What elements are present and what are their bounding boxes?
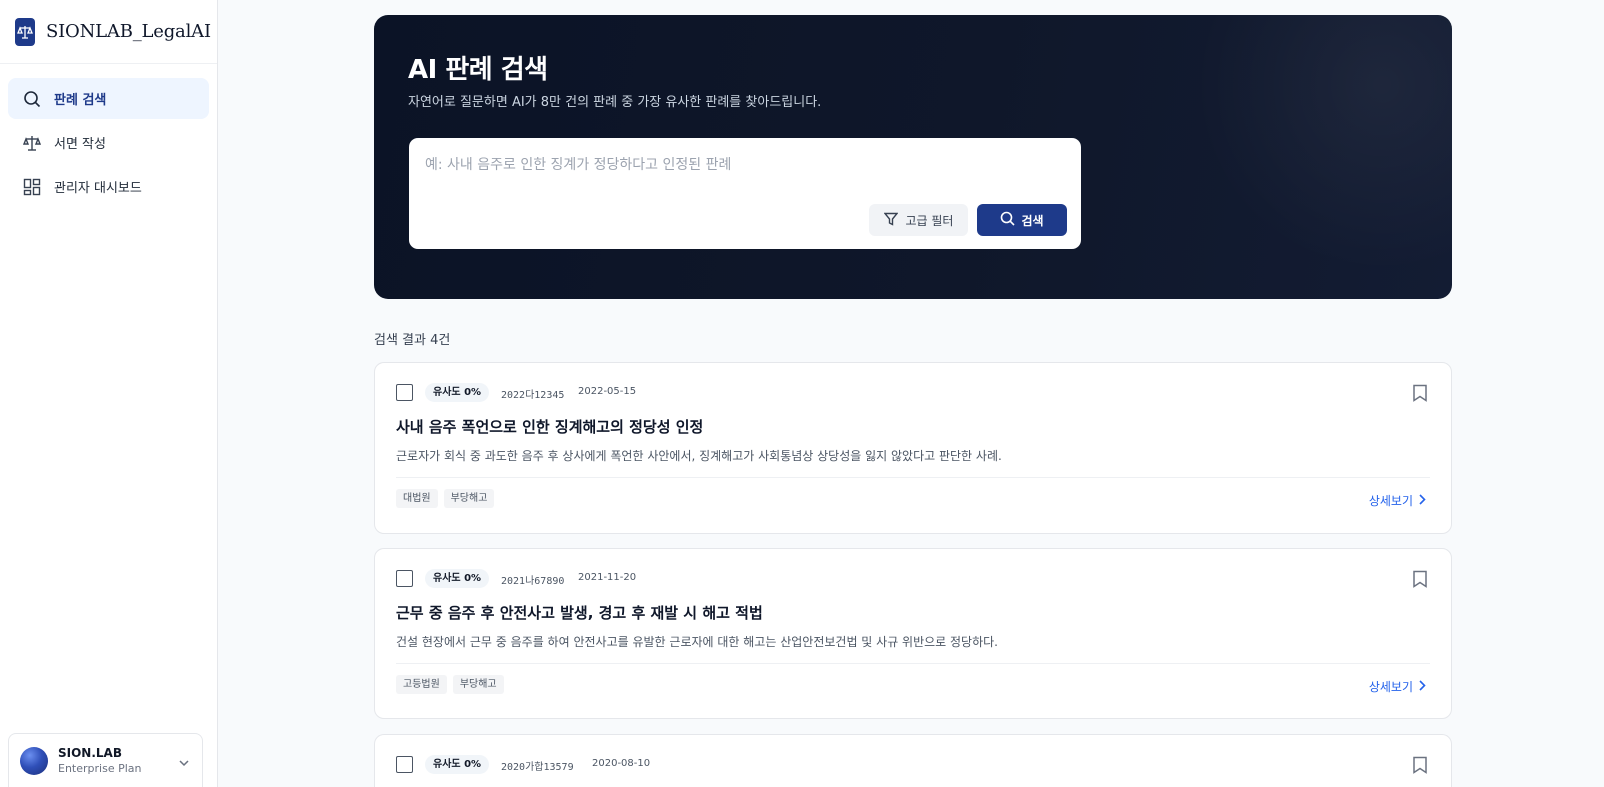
sidebar-item-label: 관리자 대시보드	[54, 181, 142, 196]
account-plan: Enterprise Plan	[58, 762, 142, 775]
brand-name: SIONLAB_LegalAI	[46, 21, 211, 42]
advanced-filter-button[interactable]: 고급 필터	[869, 204, 968, 236]
search-button-label: 검색	[1021, 213, 1044, 228]
divider	[396, 477, 1430, 478]
account-switcher[interactable]: SION.LAB Enterprise Plan	[8, 733, 203, 787]
case-date: 2021-11-20	[578, 572, 637, 583]
search-icon	[1000, 211, 1016, 229]
select-checkbox[interactable]	[396, 756, 413, 773]
detail-link[interactable]: 상세보기	[1369, 678, 1426, 695]
sidebar-item-label: 판례 검색	[54, 93, 107, 108]
avatar	[20, 746, 48, 775]
select-checkbox[interactable]	[396, 570, 413, 587]
sidebar-item-case-search[interactable]: 판례 검색	[8, 78, 209, 119]
account-name: SION.LAB	[58, 746, 122, 760]
case-number: 2021나67890	[501, 576, 565, 587]
select-checkbox[interactable]	[396, 384, 413, 401]
search-icon	[22, 89, 42, 109]
case-number: 2022다12345	[501, 390, 565, 401]
scale-icon	[22, 133, 42, 153]
tag: 부당해고	[443, 489, 495, 508]
chevron-down-icon	[178, 754, 190, 773]
search-box: 고급 필터 검색	[409, 138, 1081, 249]
advanced-filter-label: 고급 필터	[905, 213, 954, 228]
case-summary: 건설 현장에서 근무 중 음주를 하여 안전사고를 유발한 근로자에 대한 해고…	[396, 635, 998, 649]
case-summary: 근로자가 회식 중 과도한 음주 후 상사에게 폭언한 사안에서, 징계해고가 …	[396, 449, 1002, 463]
case-title[interactable]: 사내 음주 폭언으로 인한 징계해고의 정당성 인정	[396, 416, 703, 437]
tag-list: 대법원 부당해고	[396, 489, 495, 508]
page-subtitle: 자연어로 질문하면 AI가 8만 건의 판례 중 가장 유사한 판례를 찾아드립…	[408, 95, 822, 110]
tag: 대법원	[396, 489, 438, 508]
similarity-badge: 유사도 0%	[425, 383, 490, 402]
sidebar-item-admin-dashboard[interactable]: 관리자 대시보드	[8, 166, 209, 207]
sidebar-item-label: 서면 작성	[54, 137, 106, 152]
result-card[interactable]: 유사도 0% 2020가합13579 2020-08-10	[374, 734, 1452, 787]
scale-logo-icon	[15, 17, 35, 46]
sidebar: SIONLAB_LegalAI 판례 검색 서면 작성 관리자 대시보드 SIO…	[0, 0, 218, 787]
bookmark-icon[interactable]	[1412, 384, 1428, 406]
tag: 부당해고	[452, 675, 504, 694]
dashboard-icon	[22, 177, 42, 197]
case-number: 2020가합13579	[501, 762, 574, 773]
search-button[interactable]: 검색	[977, 204, 1067, 236]
divider	[396, 663, 1430, 664]
search-input[interactable]	[425, 152, 1065, 178]
detail-link-label: 상세보기	[1368, 680, 1413, 694]
sidebar-nav: 판례 검색 서면 작성 관리자 대시보드	[0, 64, 217, 207]
similarity-badge: 유사도 0%	[425, 569, 490, 588]
case-date: 2020-08-10	[592, 758, 651, 769]
similarity-badge: 유사도 0%	[425, 755, 490, 774]
result-card[interactable]: 유사도 0% 2021나67890 2021-11-20 근무 중 음주 후 안…	[374, 548, 1452, 719]
case-date: 2022-05-15	[578, 386, 637, 397]
tag-list: 고등법원 부당해고	[396, 675, 504, 694]
brand[interactable]: SIONLAB_LegalAI	[0, 0, 217, 64]
result-card[interactable]: 유사도 0% 2022다12345 2022-05-15 사내 음주 폭언으로 …	[374, 362, 1452, 534]
detail-link-label: 상세보기	[1368, 494, 1413, 508]
sidebar-item-brief-writing[interactable]: 서면 작성	[8, 122, 209, 163]
page-title: AI 판례 검색	[408, 55, 548, 85]
case-title[interactable]: 근무 중 음주 후 안전사고 발생, 경고 후 재발 시 해고 적법	[396, 602, 763, 623]
chevron-right-icon	[1418, 679, 1426, 694]
result-count: 검색 결과 4건	[374, 333, 451, 348]
bookmark-icon[interactable]	[1412, 756, 1428, 778]
bookmark-icon[interactable]	[1412, 570, 1428, 592]
chevron-right-icon	[1418, 493, 1426, 508]
tag: 고등법원	[396, 675, 447, 694]
filter-icon	[883, 212, 898, 229]
hero-search-panel: AI 판례 검색 자연어로 질문하면 AI가 8만 건의 판례 중 가장 유사한…	[374, 15, 1452, 299]
detail-link[interactable]: 상세보기	[1369, 492, 1426, 509]
